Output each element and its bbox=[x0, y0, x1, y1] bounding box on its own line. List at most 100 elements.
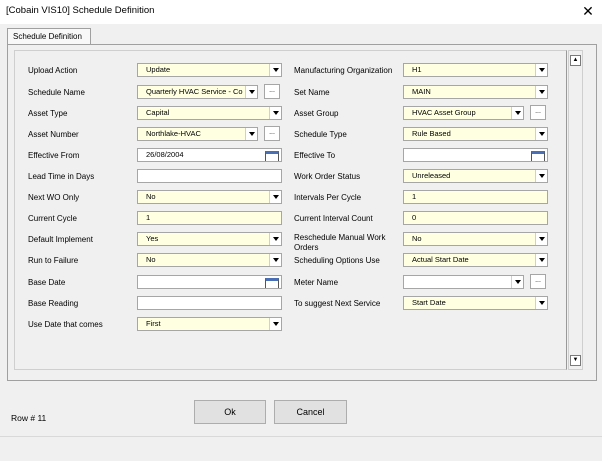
work-order-status-dropdown[interactable]: Unreleased bbox=[403, 169, 548, 183]
manufacturing-organization-value: H1 bbox=[412, 65, 422, 74]
ok-button[interactable]: Ok bbox=[194, 400, 266, 424]
set-name-value: MAIN bbox=[412, 87, 431, 96]
use-date-that-comes-value: First bbox=[146, 319, 161, 328]
asset-number-value: Northlake-HVAC bbox=[146, 129, 201, 138]
manufacturing-organization-dropdown[interactable]: H1 bbox=[403, 63, 548, 77]
scheduling-options-use-value: Actual Start Date bbox=[412, 255, 469, 264]
next-wo-only-value: No bbox=[146, 192, 156, 201]
chevron-down-icon[interactable] bbox=[535, 233, 547, 245]
chevron-down-icon[interactable] bbox=[535, 170, 547, 182]
schedule-type-label: Schedule Type bbox=[294, 130, 347, 139]
asset-type-dropdown[interactable]: Capital bbox=[137, 106, 282, 120]
default-implement-label: Default Implement bbox=[28, 235, 93, 244]
chevron-down-icon[interactable] bbox=[245, 128, 257, 140]
next-wo-only-dropdown[interactable]: No bbox=[137, 190, 282, 204]
close-icon[interactable]: ✕ bbox=[574, 0, 602, 24]
base-reading-field[interactable] bbox=[137, 296, 282, 310]
effective-to-field[interactable] bbox=[403, 148, 548, 162]
current-interval-count-field[interactable]: 0 bbox=[403, 211, 548, 225]
cancel-button[interactable]: Cancel bbox=[274, 400, 347, 424]
chevron-down-icon[interactable] bbox=[269, 64, 281, 76]
base-reading-label: Base Reading bbox=[28, 299, 79, 308]
current-interval-count-label: Current Interval Count bbox=[294, 214, 373, 223]
chevron-down-icon[interactable] bbox=[269, 191, 281, 203]
default-implement-dropdown[interactable]: Yes bbox=[137, 232, 282, 246]
base-date-label: Base Date bbox=[28, 278, 66, 287]
chevron-down-icon[interactable] bbox=[269, 107, 281, 119]
chevron-down-icon[interactable] bbox=[269, 318, 281, 330]
upload-action-dropdown[interactable]: Update bbox=[137, 63, 282, 77]
intervals-per-cycle-label: Intervals Per Cycle bbox=[294, 193, 362, 202]
intervals-per-cycle-value: 1 bbox=[412, 192, 417, 201]
manufacturing-organization-label: Manufacturing Organization bbox=[294, 66, 393, 75]
run-to-failure-value: No bbox=[146, 255, 156, 264]
schedule-name-label: Schedule Name bbox=[28, 88, 85, 97]
chevron-down-icon[interactable] bbox=[511, 276, 523, 288]
current-cycle-field[interactable]: 1 bbox=[137, 211, 282, 225]
schedule-type-value: Rule Based bbox=[412, 129, 451, 138]
work-order-status-label: Work Order Status bbox=[294, 172, 361, 181]
scheduling-options-use-label: Scheduling Options Use bbox=[294, 256, 380, 265]
chevron-down-icon[interactable] bbox=[269, 233, 281, 245]
asset-number-label: Asset Number bbox=[28, 130, 79, 139]
asset-group-value: HVAC Asset Group bbox=[412, 108, 476, 117]
chevron-down-icon[interactable] bbox=[535, 254, 547, 266]
intervals-per-cycle-field[interactable]: 1 bbox=[403, 190, 548, 204]
chevron-down-icon[interactable] bbox=[511, 107, 523, 119]
asset-group-label: Asset Group bbox=[294, 109, 339, 118]
scroll-down-icon[interactable]: ▼ bbox=[570, 355, 581, 366]
schedule-name-dropdown[interactable]: Quarterly HVAC Service - Co bbox=[137, 85, 258, 99]
asset-type-label: Asset Type bbox=[28, 109, 68, 118]
meter-name-label: Meter Name bbox=[294, 278, 339, 287]
vertical-scrollbar[interactable]: ▲ ▼ bbox=[568, 50, 583, 370]
schedule-name-lookup-button[interactable]: ... bbox=[264, 84, 280, 99]
use-date-that-comes-dropdown[interactable]: First bbox=[137, 317, 282, 331]
asset-number-lookup-button[interactable]: ... bbox=[264, 126, 280, 141]
effective-from-value: 26/08/2004 bbox=[146, 150, 184, 159]
effective-from-field[interactable]: 26/08/2004 bbox=[137, 148, 282, 162]
asset-type-value: Capital bbox=[146, 108, 170, 117]
status-bar bbox=[0, 436, 602, 461]
row-number-label: Row # 11 bbox=[11, 413, 47, 423]
default-implement-value: Yes bbox=[146, 234, 159, 243]
asset-group-lookup-button[interactable]: ... bbox=[530, 105, 546, 120]
lead-time-in-days-field[interactable] bbox=[137, 169, 282, 183]
lead-time-in-days-label: Lead Time in Days bbox=[28, 172, 95, 181]
scheduling-options-use-dropdown[interactable]: Actual Start Date bbox=[403, 253, 548, 267]
base-date-field[interactable] bbox=[137, 275, 282, 289]
run-to-failure-dropdown[interactable]: No bbox=[137, 253, 282, 267]
scroll-up-icon[interactable]: ▲ bbox=[570, 55, 581, 66]
reschedule-manual-work-orders-label: Reschedule Manual Work Orders bbox=[294, 233, 386, 252]
calendar-icon[interactable] bbox=[261, 149, 281, 161]
chevron-down-icon[interactable] bbox=[269, 254, 281, 266]
chevron-down-icon[interactable] bbox=[535, 64, 547, 76]
upload-action-value: Update bbox=[146, 65, 171, 74]
current-cycle-value: 1 bbox=[146, 213, 151, 222]
chevron-down-icon[interactable] bbox=[535, 86, 547, 98]
next-wo-only-label: Next WO Only bbox=[28, 193, 80, 202]
window-title: [Cobain VIS10] Schedule Definition bbox=[6, 5, 155, 16]
asset-number-dropdown[interactable]: Northlake-HVAC bbox=[137, 127, 258, 141]
title-bar: [Cobain VIS10] Schedule Definition ✕ bbox=[0, 0, 602, 24]
calendar-icon[interactable] bbox=[527, 149, 547, 161]
to-suggest-next-service-dropdown[interactable]: Start Date bbox=[403, 296, 548, 310]
current-cycle-label: Current Cycle bbox=[28, 214, 77, 223]
calendar-icon[interactable] bbox=[261, 276, 281, 288]
schedule-type-dropdown[interactable]: Rule Based bbox=[403, 127, 548, 141]
chevron-down-icon[interactable] bbox=[535, 297, 547, 309]
tab-schedule-definition[interactable]: Schedule Definition bbox=[7, 28, 91, 45]
meter-name-lookup-button[interactable]: ... bbox=[530, 274, 546, 289]
run-to-failure-label: Run to Failure bbox=[28, 256, 79, 265]
chevron-down-icon[interactable] bbox=[535, 128, 547, 140]
asset-group-dropdown[interactable]: HVAC Asset Group bbox=[403, 106, 524, 120]
to-suggest-next-service-value: Start Date bbox=[412, 298, 446, 307]
to-suggest-next-service-label: To suggest Next Service bbox=[294, 299, 381, 308]
schedule-name-value: Quarterly HVAC Service - Co bbox=[146, 87, 243, 96]
chevron-down-icon[interactable] bbox=[245, 86, 257, 98]
meter-name-dropdown[interactable] bbox=[403, 275, 524, 289]
reschedule-manual-work-orders-dropdown[interactable]: No bbox=[403, 232, 548, 246]
upload-action-label: Upload Action bbox=[28, 66, 78, 75]
set-name-dropdown[interactable]: MAIN bbox=[403, 85, 548, 99]
effective-to-label: Effective To bbox=[294, 151, 336, 160]
set-name-label: Set Name bbox=[294, 88, 330, 97]
